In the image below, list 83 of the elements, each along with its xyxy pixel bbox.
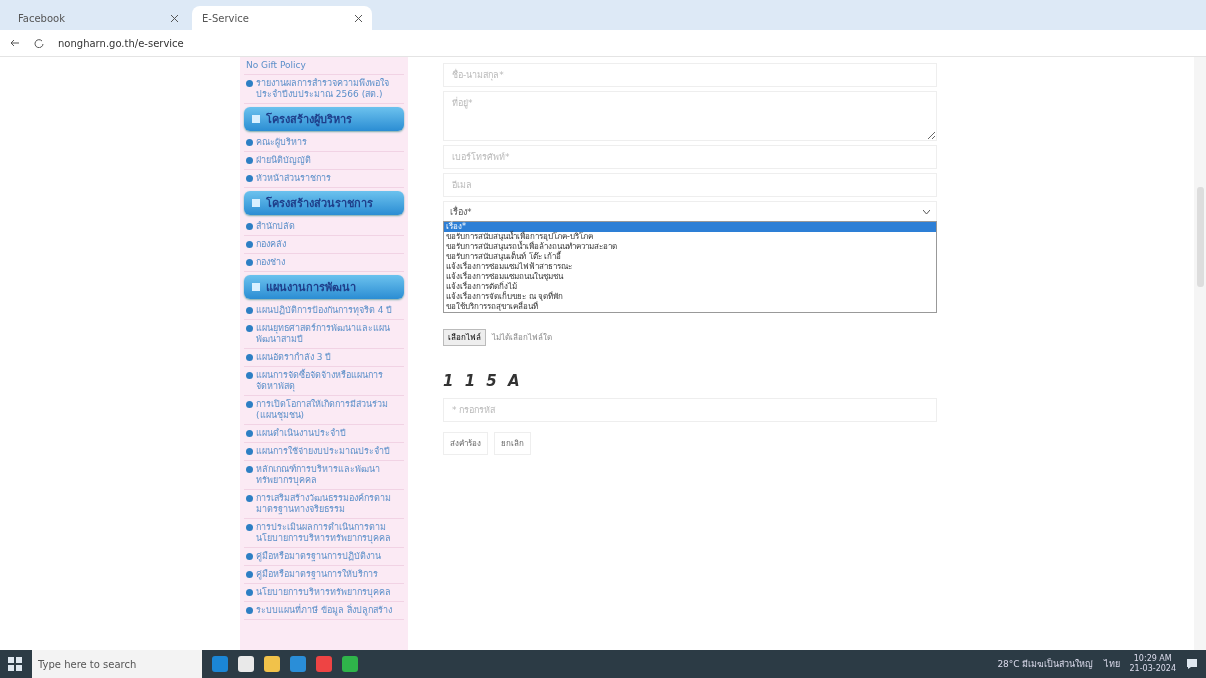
- input-field[interactable]: ชื่อ-นามสกุล*: [443, 63, 937, 87]
- sidebar-link[interactable]: แผนดำเนินงานประจำปี: [244, 425, 404, 443]
- bullet-icon: [246, 175, 253, 182]
- sidebar-link[interactable]: ระบบแผนที่ภาษี ข้อมูล สิ่งปลูกสร้าง: [244, 602, 404, 620]
- bullet-icon: [246, 466, 253, 473]
- language-indicator[interactable]: ไทย: [1103, 657, 1120, 671]
- notification-icon[interactable]: [1186, 658, 1198, 670]
- search-field[interactable]: Type here to search: [32, 650, 202, 678]
- browser-tab[interactable]: E-Service: [192, 6, 372, 30]
- sidebar-link[interactable]: กองช่าง: [244, 254, 404, 272]
- dropdown-option[interactable]: เรื่อง*: [444, 222, 936, 232]
- section-heading: แผนงานการพัฒนา: [244, 275, 404, 299]
- sidebar-link[interactable]: คู่มือหรือมาตรฐานการให้บริการ: [244, 566, 404, 584]
- bullet-icon: [246, 553, 253, 560]
- weather-text: 28°C มีเมฆเป็นส่วนใหญ่: [997, 657, 1094, 671]
- text-area[interactable]: ที่อยู่*: [443, 91, 937, 141]
- dropdown-option[interactable]: ขอใช้บริการรถสุขาเคลื่อนที่: [444, 302, 936, 312]
- close-icon[interactable]: [171, 14, 178, 22]
- sidebar-link[interactable]: แผนปฏิบัติการป้องกันการทุจริต 4 ปี: [244, 302, 404, 320]
- close-icon[interactable]: [355, 14, 362, 22]
- square-icon: [252, 283, 260, 291]
- sidebar-link[interactable]: รายงานผลการสำรวจความพึงพอใจ ประจำปีงบประมาณ 2566 (สต.): [244, 75, 404, 104]
- sidebar-link[interactable]: นโยบายการบริหารทรัพยากรบุคคล: [244, 584, 404, 602]
- bullet-icon: [246, 139, 253, 146]
- form-button[interactable]: ยกเลิก: [494, 432, 531, 455]
- dropdown-option[interactable]: แจ้งเรื่องการตัดกิ่งไม้: [444, 282, 936, 292]
- sidebar-link[interactable]: คู่มือหรือมาตรฐานการปฏิบัติงาน: [244, 548, 404, 566]
- sidebar-link[interactable]: หัวหน้าส่วนราชการ: [244, 170, 404, 188]
- bullet-icon: [246, 401, 253, 408]
- bullet-icon: [246, 524, 253, 531]
- bullet-icon: [246, 325, 253, 332]
- bullet-icon: [246, 448, 253, 455]
- sidebar-link[interactable]: No Gift Policy: [244, 57, 404, 75]
- bullet-icon: [246, 354, 253, 361]
- windows-icon[interactable]: [8, 657, 22, 671]
- bullet-icon: [246, 80, 253, 87]
- captcha-code: 1 1 5 A: [443, 372, 524, 390]
- sidebar-link[interactable]: การเปิดโอกาสให้เกิดการมีส่วนร่วม (แผนชุมชน): [244, 396, 404, 425]
- bullet-icon: [246, 495, 253, 502]
- sidebar-link[interactable]: สำนักปลัด: [244, 218, 404, 236]
- dropdown-option[interactable]: แจ้งเรื่องการจัดเก็บขยะ ณ จุดที่พัก: [444, 292, 936, 302]
- sidebar-link[interactable]: คณะผู้บริหาร: [244, 134, 404, 152]
- dropdown-option[interactable]: แจ้งเรื่องการซ่อมแซมไฟฟ้าสาธารณะ: [444, 262, 936, 272]
- back-icon[interactable]: [10, 38, 20, 48]
- sidebar-link[interactable]: ฝ่ายนิติบัญญัติ: [244, 152, 404, 170]
- bullet-icon: [246, 607, 253, 614]
- square-icon: [252, 115, 260, 123]
- input-field[interactable]: * กรอกรหัส: [443, 398, 937, 422]
- input-field[interactable]: เบอร์โทรศัพท์*: [443, 145, 937, 169]
- sidebar-link[interactable]: กองคลัง: [244, 236, 404, 254]
- dropdown-option[interactable]: ขอรับการสนับสนุนรถน้ำเพื่อล้างถนนทำความสะอาด: [444, 242, 936, 252]
- sidebar-link[interactable]: แผนอัตรากำลัง 3 ปี: [244, 349, 404, 367]
- reload-icon[interactable]: [34, 38, 44, 48]
- browser-tab[interactable]: Facebook: [8, 6, 188, 30]
- sidebar-link[interactable]: แผนการใช้จ่ายงบประมาณประจำปี: [244, 443, 404, 461]
- bullet-icon: [246, 223, 253, 230]
- bullet-icon: [246, 259, 253, 266]
- bullet-icon: [246, 372, 253, 379]
- sidebar-link[interactable]: การประเมินผลการดำเนินการตามนโยบายการบริหารทรัพยากรบุคคล: [244, 519, 404, 548]
- bullet-icon: [246, 589, 253, 596]
- clock[interactable]: 10:29 AM 21-03-2024: [1129, 654, 1176, 674]
- section-heading: โครงสร้างผู้บริหาร: [244, 107, 404, 131]
- sidebar-link[interactable]: การเสริมสร้างวัฒนธรรมองค์กรตามมาตรฐานทางจริยธรรม: [244, 490, 404, 519]
- input-field[interactable]: อีเมล: [443, 173, 937, 197]
- address-bar[interactable]: nongharn.go.th/e-service: [58, 37, 184, 49]
- dropdown-option[interactable]: แจ้งเรื่องการซ่อมแซมถนนในชุมชน: [444, 272, 936, 282]
- dropdown-option[interactable]: ขอรับการสนับสนุนเต็นท์ โต๊ะ เก้าอี้: [444, 252, 936, 262]
- form-button[interactable]: ส่งคำร้อง: [443, 432, 488, 455]
- bullet-icon: [246, 430, 253, 437]
- bullet-icon: [246, 571, 253, 578]
- chevron-down-icon: [923, 210, 930, 214]
- sidebar-link[interactable]: แผนการจัดซื้อจัดจ้างหรือแผนการจัดหาพัสดุ: [244, 367, 404, 396]
- dropdown-option[interactable]: ขอรับการสนับสนุนน้ำเพื่อการอุปโภค-บริโภค: [444, 232, 936, 242]
- file-status: ไม่ได้เลือกไฟล์ใด: [492, 332, 552, 344]
- choose-file-button[interactable]: เลือกไฟล์: [443, 329, 486, 346]
- scrollbar-thumb[interactable]: [1197, 187, 1204, 287]
- sidebar-link[interactable]: หลักเกณฑ์การบริหารและพัฒนาทรัพยากรบุคคล: [244, 461, 404, 490]
- section-heading: โครงสร้างส่วนราชการ: [244, 191, 404, 215]
- bullet-icon: [246, 307, 253, 314]
- bullet-icon: [246, 241, 253, 248]
- square-icon: [252, 199, 260, 207]
- bullet-icon: [246, 157, 253, 164]
- sidebar-link[interactable]: แผนยุทธศาสตร์การพัฒนาและแผนพัฒนาสามปี: [244, 320, 404, 349]
